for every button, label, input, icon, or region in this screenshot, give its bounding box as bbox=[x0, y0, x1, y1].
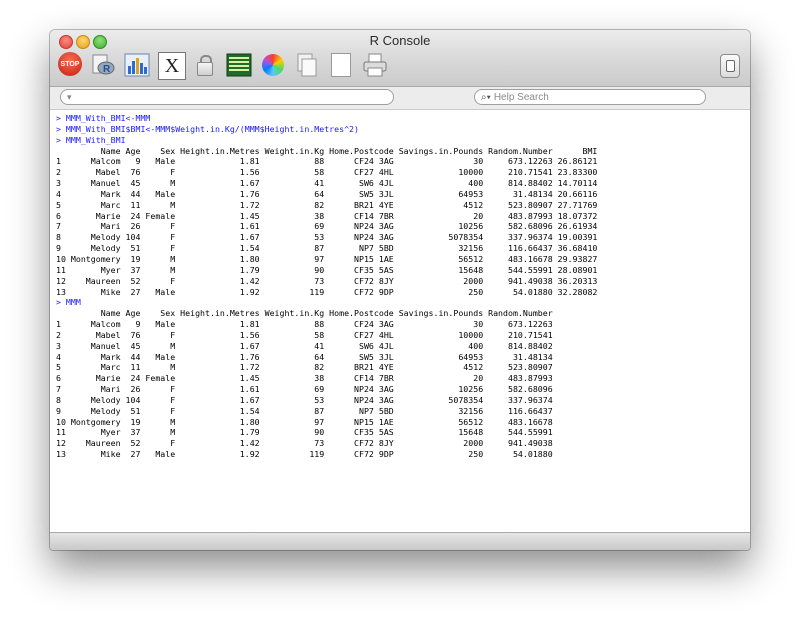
copy-icon[interactable] bbox=[294, 52, 320, 78]
console-output-line: 2 Mabel 76 F 1.56 58 CF27 4HL 10000 210.… bbox=[56, 329, 553, 340]
console-output-line: 6 Marie 24 Female 1.45 38 CF14 7BR 20 48… bbox=[56, 373, 553, 384]
console-output-line: 8 Melody 104 F 1.67 53 NP24 3AG 5078354 … bbox=[56, 232, 598, 243]
status-bar bbox=[50, 532, 750, 550]
search-bar: ▾ ⌕▾ Help Search bbox=[50, 87, 750, 110]
console-command-line: > MMM_With_BMI<-MMM bbox=[56, 113, 151, 123]
set-working-dir-icon[interactable] bbox=[226, 52, 252, 78]
quartz-chart-icon[interactable] bbox=[124, 52, 150, 78]
console-command-line: > MMM bbox=[56, 297, 81, 308]
console-command-line: > MMM_With_BMI bbox=[56, 134, 126, 145]
console-output-line: 3 Manuel 45 M 1.67 41 SW6 4JL 400 814.88… bbox=[56, 340, 553, 351]
console-output-line: 10 Montgomery 19 M 1.80 97 NP15 1AE 5651… bbox=[56, 253, 598, 264]
console-output-line: 10 Montgomery 19 M 1.80 97 NP15 1AE 5651… bbox=[56, 416, 553, 427]
console-output-line: 2 Mabel 76 F 1.56 58 CF27 4HL 10000 210.… bbox=[56, 167, 598, 178]
console-output-line: 12 Maureen 52 F 1.42 73 CF72 8JY 2000 94… bbox=[56, 275, 598, 286]
search-icon: ⌕▾ bbox=[481, 92, 491, 103]
window-title: R Console bbox=[369, 33, 431, 48]
console-output-line: 13 Mike 27 Male 1.92 119 CF72 9DP 250 54… bbox=[56, 449, 553, 460]
help-search-placeholder: Help Search bbox=[493, 92, 549, 103]
console-output-line: 13 Mike 27 Male 1.92 119 CF72 9DP 250 54… bbox=[56, 286, 598, 297]
console-output-line: 7 Mari 26 F 1.61 69 NP24 3AG 10256 582.6… bbox=[56, 384, 553, 395]
console-output-line: 12 Maureen 52 F 1.42 73 CF72 8JY 2000 94… bbox=[56, 438, 553, 449]
print-icon[interactable] bbox=[362, 52, 388, 78]
toggle-drawer-icon[interactable] bbox=[720, 54, 740, 78]
stop-icon[interactable]: STOP bbox=[58, 52, 82, 76]
console-output-line: Name Age Sex Height.in.Metres Weight.in.… bbox=[56, 308, 553, 319]
console-output-line: 5 Marc 11 M 1.72 82 BR21 4YE 4512 523.80… bbox=[56, 199, 598, 210]
console-command-line: > MMM_With_BMI$BMI<-MMM$Weight.in.Kg/(MM… bbox=[56, 123, 359, 134]
console-output[interactable]: > MMM_With_BMI<-MMM > MMM_With_BMI$BMI<-M… bbox=[50, 110, 750, 533]
help-search-field[interactable]: ⌕▾ Help Search bbox=[474, 89, 706, 105]
new-document-icon[interactable] bbox=[328, 52, 354, 78]
lock-icon[interactable] bbox=[192, 52, 218, 78]
console-output-line: 11 Myer 37 M 1.79 90 CF35 5AS 15648 544.… bbox=[56, 264, 598, 275]
source-script-icon[interactable]: R bbox=[90, 52, 116, 78]
console-output-line: 9 Melody 51 F 1.54 87 NP7 5BD 32156 116.… bbox=[56, 243, 598, 254]
console-output-line: 9 Melody 51 F 1.54 87 NP7 5BD 32156 116.… bbox=[56, 405, 553, 416]
x11-icon[interactable]: X bbox=[158, 52, 186, 80]
console-output-line: 4 Mark 44 Male 1.76 64 SW5 3JL 64953 31.… bbox=[56, 188, 598, 199]
console-output-line: 6 Marie 24 Female 1.45 38 CF14 7BR 20 48… bbox=[56, 210, 598, 221]
r-console-window: R Console STOP R X ▾ ⌕▾ Help Search > MM… bbox=[50, 30, 750, 550]
console-output-line: 11 Myer 37 M 1.79 90 CF35 5AS 15648 544.… bbox=[56, 427, 553, 438]
console-output-line: 3 Manuel 45 M 1.67 41 SW6 4JL 400 814.88… bbox=[56, 178, 598, 189]
console-output-line: 1 Malcom 9 Male 1.81 88 CF24 3AG 30 673.… bbox=[56, 156, 598, 167]
console-text: > MMM_With_BMI<-MMM > MMM_With_BMI$BMI<-M… bbox=[50, 110, 750, 460]
color-picker-icon[interactable] bbox=[260, 52, 286, 78]
console-output-line: 7 Mari 26 F 1.61 69 NP24 3AG 10256 582.6… bbox=[56, 221, 598, 232]
console-output-line: Name Age Sex Height.in.Metres Weight.in.… bbox=[56, 145, 598, 156]
title-bar: R Console STOP R X bbox=[50, 30, 750, 87]
console-output-line: 1 Malcom 9 Male 1.81 88 CF24 3AG 30 673.… bbox=[56, 319, 553, 330]
working-directory-field[interactable]: ▾ bbox=[60, 89, 394, 105]
console-output-line: 5 Marc 11 M 1.72 82 BR21 4YE 4512 523.80… bbox=[56, 362, 553, 373]
console-output-line: 8 Melody 104 F 1.67 53 NP24 3AG 5078354 … bbox=[56, 394, 553, 405]
working-directory-dropdown-icon[interactable]: ▾ bbox=[67, 93, 72, 103]
svg-text:R: R bbox=[103, 64, 111, 75]
console-output-line: 4 Mark 44 Male 1.76 64 SW5 3JL 64953 31.… bbox=[56, 351, 553, 362]
